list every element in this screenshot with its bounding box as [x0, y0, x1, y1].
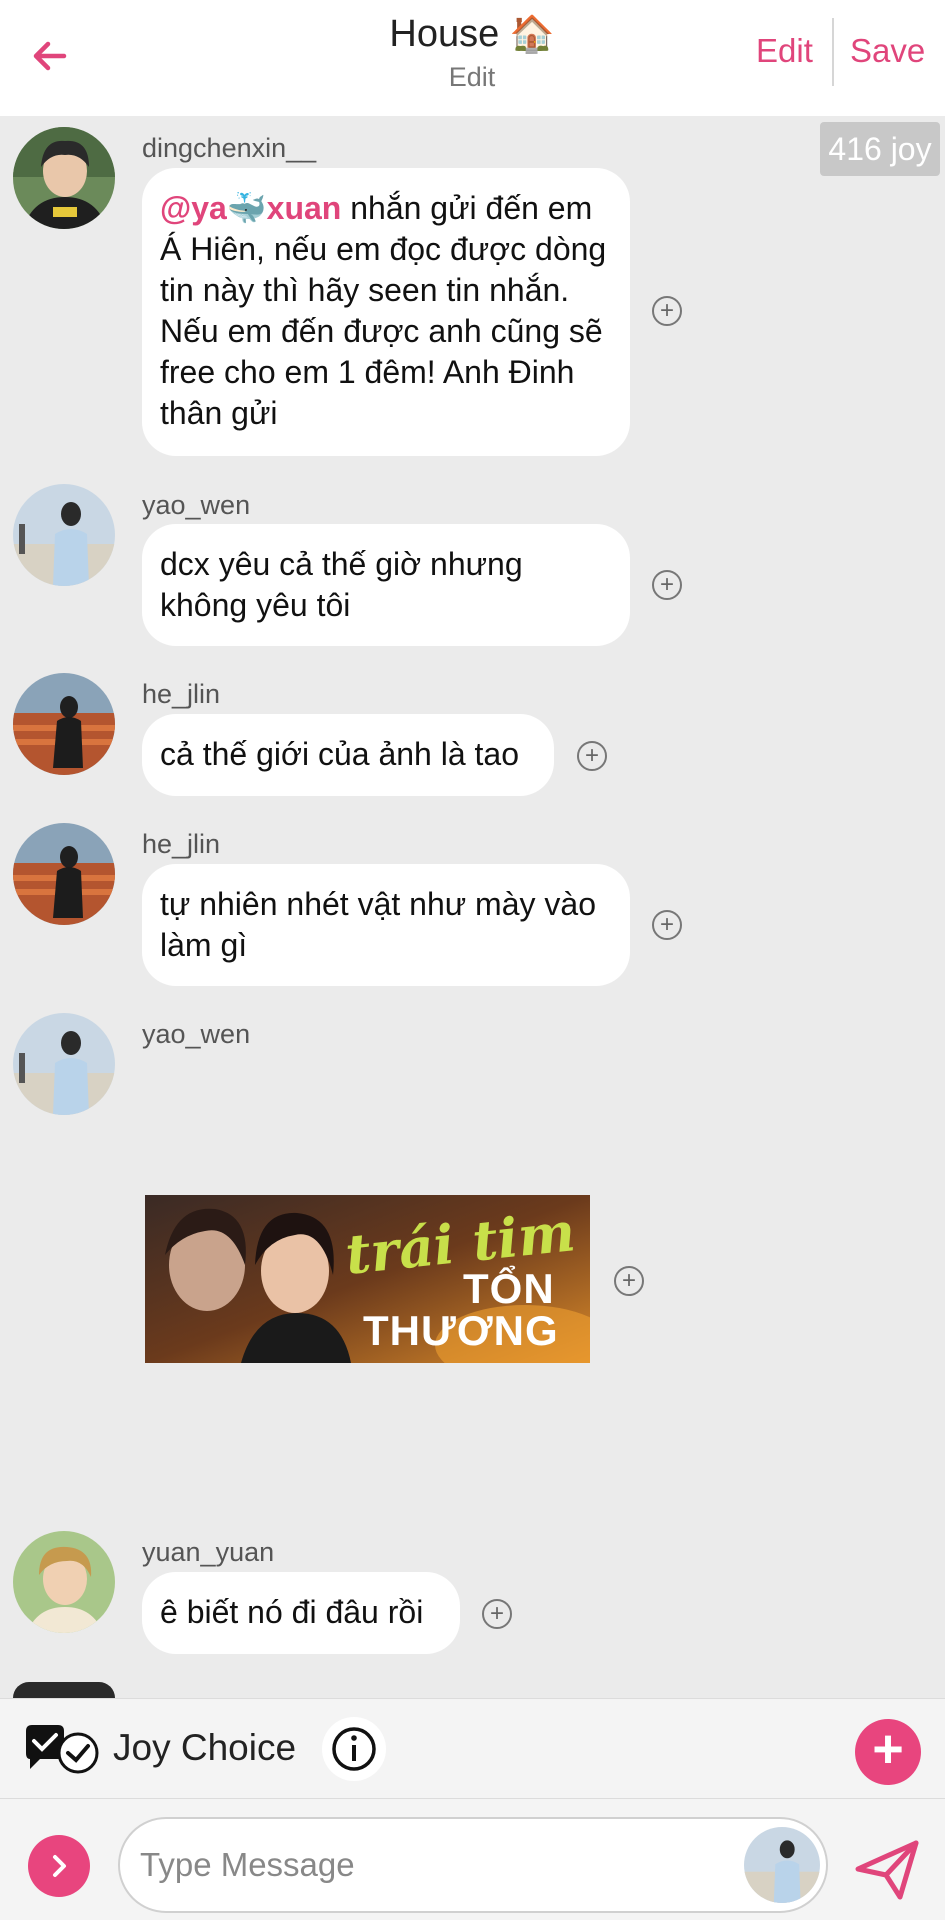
- message-text: nhắn gửi đến em Á Hiên, nếu em đọc được …: [160, 190, 607, 431]
- message-username[interactable]: he_jlin: [142, 829, 220, 860]
- message-bubble[interactable]: @ya🐳xuan nhắn gửi đến em Á Hiên, nếu em …: [142, 168, 630, 456]
- expand-button[interactable]: [28, 1835, 90, 1897]
- joy-count-badge: 416 joy: [820, 122, 940, 176]
- avatar[interactable]: [13, 1013, 115, 1115]
- page-title: House 🏠: [272, 10, 672, 58]
- message-username[interactable]: yao_wen: [142, 490, 250, 521]
- shared-image[interactable]: trái tim TỔN THƯƠNG: [145, 1195, 590, 1363]
- mention-link[interactable]: @ya🐳xuan: [160, 190, 341, 226]
- message-bubble[interactable]: dcx yêu cả thế giờ nhưng không yêu tôi: [142, 524, 630, 646]
- joy-choice-bar: Joy Choice +: [0, 1698, 945, 1798]
- plus-icon: +: [659, 571, 674, 598]
- plus-icon: +: [659, 297, 674, 324]
- add-reaction-button[interactable]: +: [614, 1266, 644, 1296]
- plus-icon: +: [584, 742, 599, 769]
- add-reaction-button[interactable]: +: [652, 296, 682, 326]
- add-choice-button[interactable]: +: [855, 1719, 921, 1785]
- add-reaction-button[interactable]: +: [482, 1599, 512, 1629]
- send-button[interactable]: [852, 1835, 922, 1905]
- plus-icon: +: [621, 1267, 636, 1294]
- avatar[interactable]: [13, 1531, 115, 1633]
- plus-icon: +: [659, 911, 674, 938]
- avatar[interactable]: [13, 127, 115, 229]
- app-header: House 🏠 Edit Edit Save: [0, 0, 945, 116]
- message-username[interactable]: he_jlin: [142, 679, 220, 710]
- page-subtitle: Edit: [448, 62, 496, 92]
- message-username[interactable]: yuan_yuan: [142, 1537, 274, 1568]
- message-bubble[interactable]: cả thế giới của ảnh là tao: [142, 714, 554, 796]
- message-text: cả thế giới của ảnh là tao: [160, 736, 519, 772]
- message-text: ê biết nó đi đâu rồi: [160, 1594, 424, 1630]
- add-reaction-button[interactable]: +: [577, 741, 607, 771]
- save-button[interactable]: Save: [850, 32, 925, 70]
- message-username[interactable]: yao_wen: [142, 1019, 250, 1050]
- add-reaction-button[interactable]: +: [652, 570, 682, 600]
- joy-choice-label[interactable]: Joy Choice: [113, 1727, 296, 1769]
- double-check-icon: [20, 1723, 104, 1780]
- message-bubble[interactable]: tự nhiên nhét vật như mày vào làm gì: [142, 864, 630, 986]
- edit-button[interactable]: Edit: [756, 32, 813, 70]
- title-block: House 🏠 Edit: [272, 10, 672, 93]
- back-button[interactable]: [22, 28, 78, 84]
- send-icon: [855, 1840, 919, 1900]
- message-input[interactable]: [140, 1837, 740, 1893]
- add-reaction-button[interactable]: +: [652, 910, 682, 940]
- message-text: tự nhiên nhét vật như mày vào làm gì: [160, 886, 596, 963]
- page-title-text: House: [389, 13, 500, 55]
- message-input-container: [118, 1817, 828, 1913]
- arrow-left-icon: [33, 41, 67, 71]
- message-bubble[interactable]: ê biết nó đi đâu rồi: [142, 1572, 460, 1654]
- chevron-right-icon: [53, 1855, 66, 1877]
- plus-icon: +: [489, 1600, 504, 1627]
- image-caption-line2: TỔN: [463, 1265, 555, 1312]
- message-text: dcx yêu cả thế giờ nhưng không yêu tôi: [160, 546, 523, 623]
- info-icon: [332, 1727, 376, 1771]
- message-composer: [0, 1798, 945, 1920]
- house-icon: 🏠: [509, 13, 555, 54]
- image-caption-line3: THƯƠNG: [363, 1307, 559, 1354]
- avatar[interactable]: [13, 1682, 115, 1698]
- avatar[interactable]: [13, 673, 115, 775]
- message-username[interactable]: dingchenxin__: [142, 133, 316, 164]
- plus-icon: +: [872, 1719, 904, 1779]
- info-button[interactable]: [322, 1717, 386, 1781]
- avatar[interactable]: [13, 484, 115, 586]
- header-divider: [832, 18, 834, 86]
- avatar[interactable]: [744, 1827, 820, 1903]
- avatar[interactable]: [13, 823, 115, 925]
